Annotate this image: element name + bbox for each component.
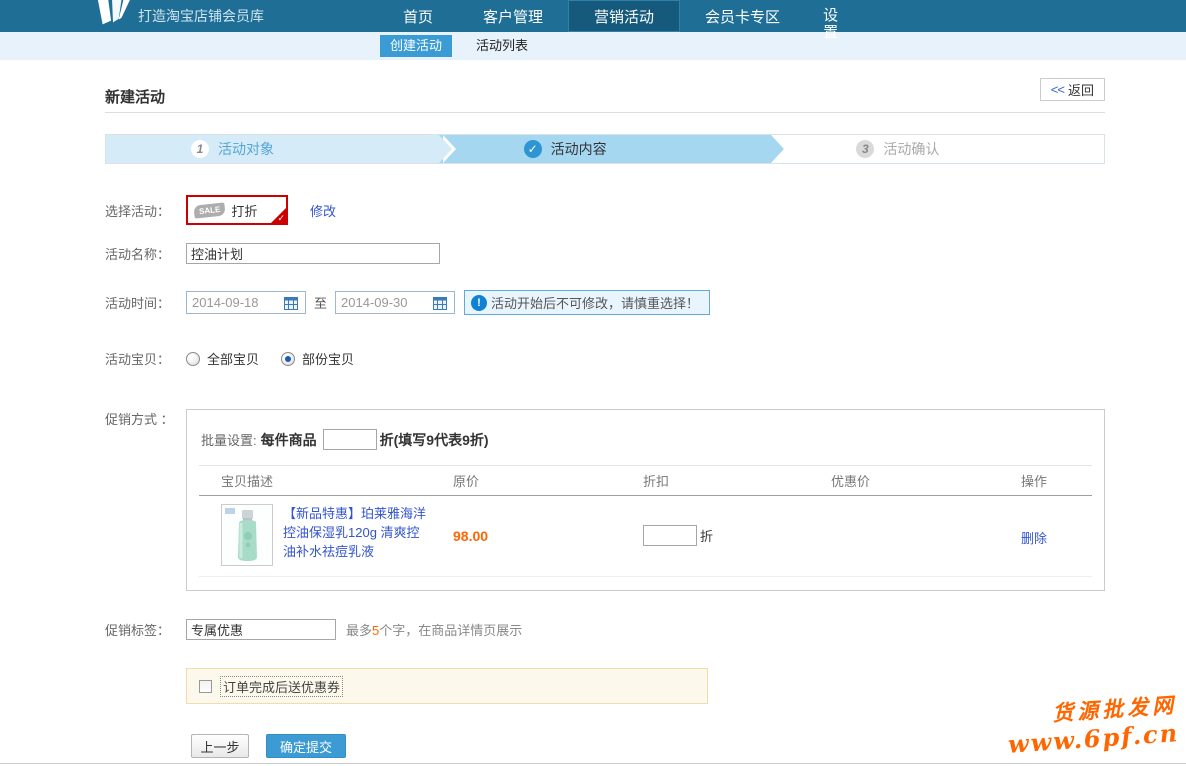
activity-name-label: 活动名称： — [105, 244, 186, 263]
col-header-action: 操作 — [1021, 471, 1084, 490]
promo-tag-label: 促销标签： — [105, 620, 186, 639]
col-header-original-price: 原价 — [453, 471, 643, 490]
product-description-cell: 【新品特惠】珀莱雅海洋控油保湿乳120g 清爽控油补水祛痘乳液 — [221, 504, 453, 566]
product-thumbnail[interactable] — [221, 504, 273, 566]
time-warning-text: 活动开始后不可修改，请慎重选择！ — [491, 293, 699, 312]
calendar-icon[interactable] — [433, 296, 447, 310]
brand: 打造淘宝店铺会员库 — [96, 0, 264, 32]
submit-button[interactable]: 确定提交 — [266, 734, 346, 758]
product-title-link[interactable]: 【新品特惠】珀莱雅海洋控油保湿乳120g 清爽控油补水祛痘乳液 — [283, 504, 429, 561]
nav-item-customers[interactable]: 客户管理 — [458, 0, 568, 32]
content-area: 新建活动 << 返回 1 活动对象 ✓ 活动内容 3 活动确认 选择活动： SA… — [105, 60, 1105, 758]
radio-all-items-label[interactable]: 全部宝贝 — [207, 349, 259, 368]
selected-activity-type-box[interactable]: SALE 打折 ✓ — [186, 195, 288, 225]
product-action-cell: 删除 — [1021, 504, 1084, 566]
wizard-step-1: 1 活动对象 — [106, 135, 439, 163]
promotion-row: 促销方式 ： 批量设置: 每件商品 折(填写9代表9折) 宝贝描述 原价 折扣 … — [105, 393, 1105, 591]
warning-icon: ! — [471, 295, 487, 311]
col-header-discount: 折扣 — [643, 471, 831, 490]
start-date-input[interactable] — [192, 293, 284, 312]
end-date-field[interactable] — [335, 291, 455, 314]
radio-partial-items[interactable] — [281, 352, 295, 366]
nav-item-home[interactable]: 首页 — [378, 0, 458, 32]
wizard-step-3: 3 活动确认 — [771, 135, 1104, 163]
activity-type-value: 打折 — [231, 201, 257, 220]
corner-check-icon: ✓ — [277, 213, 285, 224]
batch-settings-line: 批量设置: 每件商品 折(填写9代表9折) — [187, 410, 1104, 450]
activity-name-row: 活动名称： — [105, 243, 1105, 264]
activity-items-label: 活动宝贝： — [105, 349, 186, 368]
promo-tag-input[interactable] — [186, 619, 336, 640]
promotion-label: 促销方式 ： — [105, 409, 186, 428]
previous-step-button[interactable]: 上一步 — [191, 734, 249, 758]
radio-all-items[interactable] — [186, 352, 200, 366]
step-3-label: 活动确认 — [883, 139, 939, 159]
primary-nav: 首页 客户管理 营销活动 会员卡专区 设置 — [378, 0, 857, 32]
check-icon: ✓ — [524, 140, 542, 158]
date-range-to-text: 至 — [314, 293, 327, 312]
product-discount-cell: 折 — [643, 504, 831, 566]
calendar-icon[interactable] — [284, 296, 298, 310]
step-2-label: 活动内容 — [551, 139, 607, 159]
discount-unit-label: 折 — [700, 526, 713, 545]
back-button-label: 返回 — [1068, 80, 1094, 99]
product-promo-price-cell — [831, 504, 1021, 566]
footer-divider — [0, 763, 1186, 764]
col-header-promo-price: 优惠价 — [831, 471, 1021, 490]
activity-name-input[interactable] — [186, 243, 440, 264]
activity-items-row: 活动宝贝： 全部宝贝 部份宝贝 — [105, 349, 1105, 368]
page-title: 新建活动 — [105, 86, 1105, 107]
back-button[interactable]: << 返回 — [1040, 78, 1105, 101]
coupon-row: 订单完成后送优惠券 — [105, 640, 1105, 704]
step-1-number: 1 — [191, 140, 209, 158]
nav-item-marketing[interactable]: 营销活动 — [568, 0, 680, 32]
brand-title: 打造淘宝店铺会员库 — [138, 6, 264, 26]
batch-suffix-label: 折(填写9代表9折) — [380, 430, 489, 450]
nav-item-settings[interactable]: 设置 — [805, 0, 857, 32]
product-table-header: 宝贝描述 原价 折扣 优惠价 操作 — [199, 466, 1092, 496]
product-original-price: 98.00 — [453, 528, 488, 544]
page-header: 新建活动 << 返回 — [105, 60, 1105, 113]
select-activity-row: 选择活动： SALE 打折 ✓ 修改 — [105, 195, 1105, 225]
product-table-row: 【新品特惠】珀莱雅海洋控油保湿乳120g 清爽控油补水祛痘乳液 98.00 折 … — [199, 496, 1092, 577]
back-arrows-icon: << — [1051, 82, 1064, 97]
promo-tag-hint: 最多5个字，在商品详情页展示 — [346, 620, 522, 639]
tab-create-activity[interactable]: 创建活动 — [380, 35, 452, 57]
step-3-number: 3 — [856, 140, 874, 158]
time-warning-banner: ! 活动开始后不可修改，请慎重选择！ — [464, 290, 710, 315]
form-actions: 上一步 确定提交 — [105, 734, 1105, 758]
hint-pre: 最多 — [346, 623, 372, 638]
promotion-panel: 批量设置: 每件商品 折(填写9代表9折) 宝贝描述 原价 折扣 优惠价 操作 — [186, 409, 1105, 591]
watermark: 货源批发网 www.6pf.cn — [1005, 692, 1180, 760]
col-header-description: 宝贝描述 — [221, 471, 453, 490]
activity-time-label: 活动时间： — [105, 293, 186, 312]
tab-activity-list[interactable]: 活动列表 — [466, 35, 538, 57]
edit-activity-link[interactable]: 修改 — [310, 201, 336, 220]
batch-unit-label: 每件商品 — [261, 430, 317, 450]
end-date-input[interactable] — [341, 293, 433, 312]
delete-product-link[interactable]: 删除 — [1021, 528, 1047, 547]
product-price-cell: 98.00 — [453, 504, 643, 566]
batch-discount-input[interactable] — [323, 429, 377, 450]
radio-partial-items-label[interactable]: 部份宝贝 — [302, 349, 354, 368]
promo-tag-row: 促销标签： 最多5个字，在商品详情页展示 — [105, 619, 1105, 640]
activity-time-row: 活动时间： 至 ! 活动开始后不可修改，请慎重选择！ — [105, 290, 1105, 315]
coupon-checkbox[interactable] — [199, 680, 212, 693]
start-date-field[interactable] — [186, 291, 306, 314]
app-logo-icon — [96, 0, 130, 29]
wizard-step-2-current: ✓ 活动内容 — [439, 135, 772, 163]
step-wizard: 1 活动对象 ✓ 活动内容 3 活动确认 — [105, 134, 1105, 164]
sale-tag-icon: SALE — [193, 202, 226, 218]
select-activity-label: 选择活动： — [105, 201, 186, 220]
secondary-nav: 创建活动 活动列表 — [0, 32, 1186, 60]
top-navigation-bar: 打造淘宝店铺会员库 首页 客户管理 营销活动 会员卡专区 设置 — [0, 0, 1186, 32]
step-1-label: 活动对象 — [218, 139, 274, 159]
product-discount-input[interactable] — [643, 525, 697, 546]
coupon-panel: 订单完成后送优惠券 — [186, 668, 708, 704]
coupon-checkbox-label[interactable]: 订单完成后送优惠券 — [220, 676, 343, 697]
batch-prefix-label: 批量设置: — [201, 430, 257, 449]
hint-post: 个字，在商品详情页展示 — [379, 623, 522, 638]
nav-item-membercard[interactable]: 会员卡专区 — [680, 0, 805, 32]
